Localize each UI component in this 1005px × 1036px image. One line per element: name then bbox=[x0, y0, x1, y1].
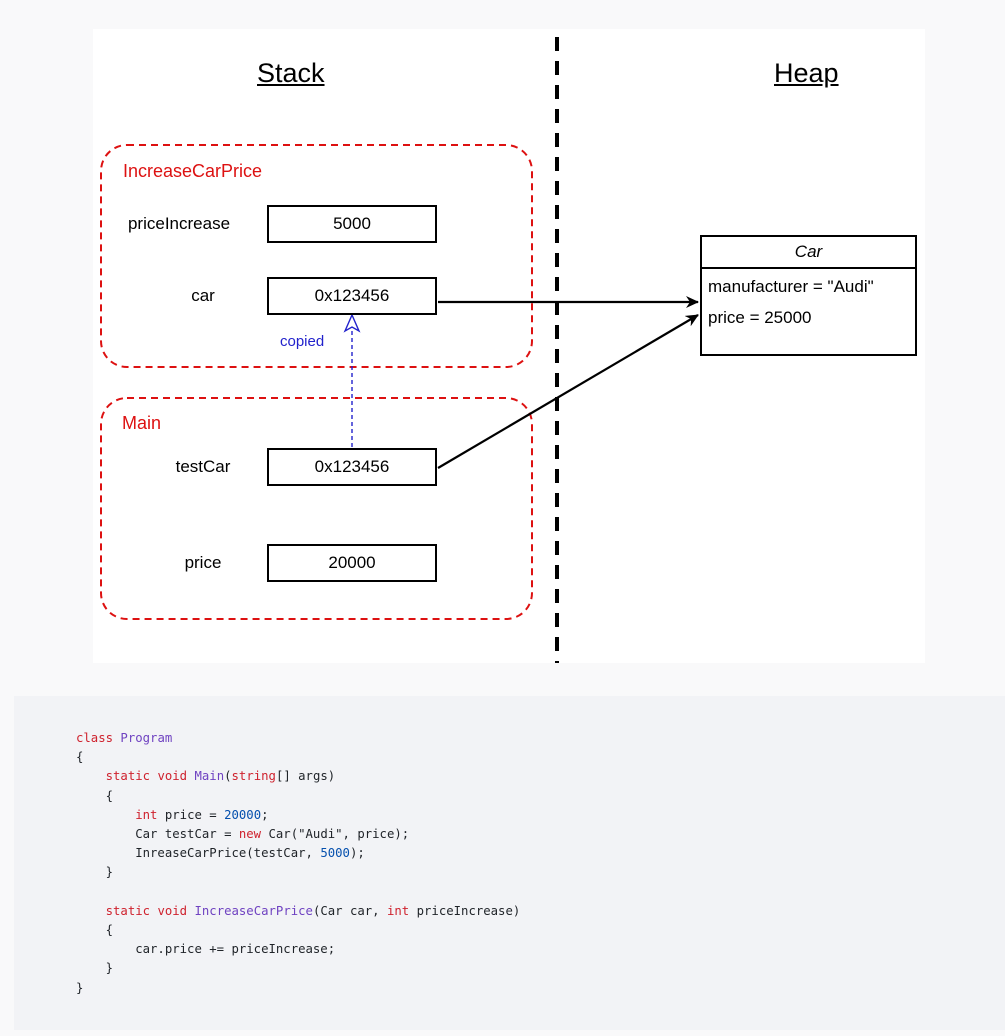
var-value-priceincrease: 5000 bbox=[267, 205, 437, 243]
code-token: ( bbox=[224, 769, 232, 784]
var-label-price: price bbox=[184, 553, 222, 572]
code-token: class bbox=[76, 731, 121, 745]
frame-title-increasecarprice: IncreaseCarPrice bbox=[123, 161, 263, 181]
code-token: string bbox=[231, 769, 276, 784]
code-token: (Car car, bbox=[312, 903, 387, 918]
code-line: } bbox=[76, 863, 520, 882]
code-token: { bbox=[76, 788, 114, 803]
code-line: static void IncreaseCarPrice(Car car, in… bbox=[76, 902, 521, 921]
code-token: Car("Audi", price); bbox=[268, 827, 410, 842]
code-token: InreaseCarPrice(testCar, bbox=[76, 846, 321, 861]
frame-title-main: Main bbox=[122, 413, 162, 433]
code-token: ); bbox=[349, 846, 365, 861]
code-token: { bbox=[76, 750, 84, 765]
code-line: { bbox=[76, 921, 520, 940]
code-token: Program bbox=[120, 731, 173, 745]
code-line: { bbox=[76, 748, 520, 767]
copied-arrow-head bbox=[343, 313, 361, 333]
var-label-car: car bbox=[191, 286, 215, 305]
code-line: Car testCar = new Car("Audi", price); bbox=[76, 825, 520, 844]
code-line: static void Main(string[] args) bbox=[76, 767, 520, 786]
code-token: int bbox=[135, 807, 165, 822]
code-token: int bbox=[387, 903, 417, 918]
code-token: static bbox=[105, 769, 158, 784]
code-token: ; bbox=[261, 807, 269, 822]
code-token: 5000 bbox=[320, 846, 350, 861]
var-value-price: 20000 bbox=[267, 544, 437, 582]
code-token: [] args) bbox=[275, 769, 336, 784]
code-token: { bbox=[76, 923, 114, 938]
code-token: 20000 bbox=[224, 807, 262, 822]
var-label-priceincrease: priceIncrease bbox=[127, 214, 231, 233]
code-token: Main bbox=[194, 769, 225, 784]
code-listing: class Program { static void Main(string[]… bbox=[76, 729, 520, 998]
code-token: priceIncrease) bbox=[416, 903, 521, 918]
var-label-testcar: testCar bbox=[175, 457, 231, 476]
code-block: class Program { static void Main(string[]… bbox=[14, 696, 1005, 1030]
code-token: IncreaseCarPrice bbox=[194, 903, 313, 918]
heap-object-class-name: Car bbox=[702, 237, 915, 269]
testcar-reference-arrow bbox=[437, 314, 699, 469]
code-token: price = bbox=[164, 807, 225, 822]
code-line: } bbox=[76, 959, 520, 978]
code-line: ​ bbox=[76, 883, 520, 902]
var-value-car: 0x123456 bbox=[267, 277, 437, 315]
frame-border-main bbox=[100, 397, 533, 620]
code-token: void bbox=[157, 903, 195, 918]
stack-heading: Stack bbox=[257, 58, 325, 88]
code-token: } bbox=[76, 961, 114, 976]
heap-heading: Heap bbox=[774, 58, 839, 88]
code-token: } bbox=[76, 865, 114, 880]
copied-label: copied bbox=[280, 333, 325, 350]
code-line: class Program bbox=[76, 729, 520, 748]
code-line: int price = 20000; bbox=[76, 806, 520, 825]
var-value-testcar: 0x123456 bbox=[267, 448, 437, 486]
code-line: car.price += priceIncrease; bbox=[76, 940, 520, 959]
heap-object-car: Car manufacturer = "Audi" price = 25000 bbox=[700, 235, 917, 356]
code-line: } bbox=[76, 979, 520, 998]
code-token: } bbox=[76, 980, 84, 995]
code-token: void bbox=[157, 769, 195, 784]
code-token: static bbox=[105, 903, 158, 918]
code-token: car.price += priceIncrease; bbox=[76, 942, 336, 957]
stack-heap-diagram: Stack Heap IncreaseCarPrice Main priceIn… bbox=[93, 29, 925, 663]
code-token: new bbox=[238, 827, 269, 842]
code-line: InreaseCarPrice(testCar, 5000); bbox=[76, 844, 520, 863]
code-line: { bbox=[76, 787, 520, 806]
code-token: Car testCar = bbox=[76, 827, 239, 842]
heap-object-field-price: price = 25000 bbox=[708, 308, 812, 327]
heap-object-field-manufacturer: manufacturer = "Audi" bbox=[708, 277, 874, 296]
